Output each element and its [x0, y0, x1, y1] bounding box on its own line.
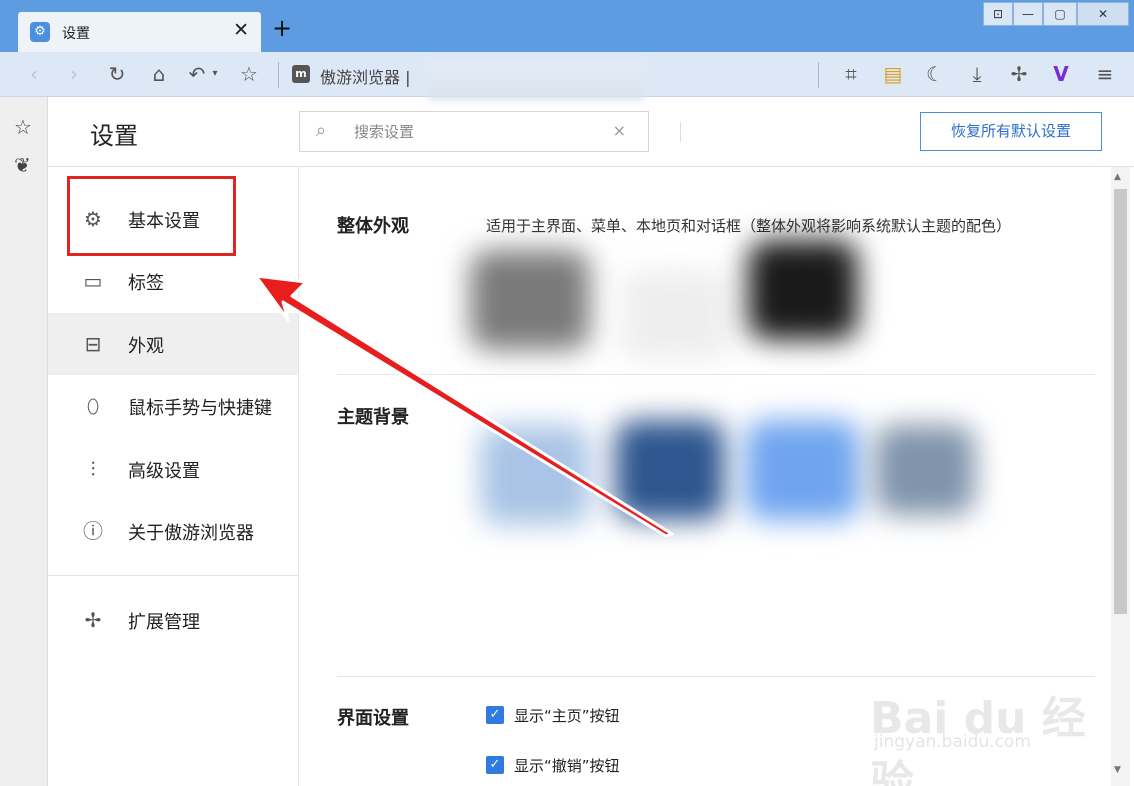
theme-option-3[interactable] — [745, 420, 860, 520]
sidebar-item-label: 标签 — [128, 273, 164, 294]
toolbar-divider — [278, 62, 279, 88]
section-title-ui-settings: 界面设置 — [337, 708, 409, 729]
theme-option-2[interactable] — [615, 420, 725, 520]
arrow-shape — [254, 274, 674, 538]
watermark-url: jingyan.baidu.com — [874, 732, 1031, 752]
browser-window: ⚙ 设置 ✕ + ⊡ — ▢ ✕ ‹ › ↻ ⌂ ↶ ▾ ☆ m 傲游浏览器 |… — [0, 0, 1134, 786]
baidu-watermark: Bai du 经验 jingyan.baidu.com — [870, 662, 1100, 786]
new-tab-button[interactable]: + — [272, 16, 292, 40]
settings-search-box[interactable]: ⌕ × — [299, 111, 649, 152]
section-title-theme-bg: 主题背景 — [337, 407, 409, 428]
night-mode-icon[interactable]: ☾ — [922, 61, 948, 87]
sidebar-item-tabs[interactable]: ▭ 标签 — [48, 250, 298, 312]
close-tab-icon[interactable]: ✕ — [233, 19, 249, 41]
window-icon: ⊟ — [84, 332, 102, 356]
mouse-icon: ⬯ — [86, 394, 100, 418]
undo-icon[interactable]: ↶ — [186, 61, 208, 87]
tab-title: 设置 — [62, 26, 90, 42]
sidebar-item-about[interactable]: ⓘ 关于傲游浏览器 — [48, 500, 298, 562]
notes-icon[interactable]: ▤ — [880, 61, 906, 87]
minimize-button[interactable]: — — [1013, 2, 1043, 26]
sidebar-item-label: 鼠标手势与快捷键 — [128, 398, 272, 419]
vip-icon[interactable]: V — [1048, 61, 1074, 87]
tab-icon: ▭ — [83, 269, 103, 293]
section-divider — [337, 374, 1095, 375]
settings-sidebar: ⚙ 基本设置 ▭ 标签 ⊟ 外观 ⬯ 鼠标手势与快捷键 ⫶ 高级设置 ⓘ 关于傲… — [48, 167, 299, 786]
tab-bar: ⚙ 设置 ✕ + ⊡ — ▢ ✕ — [0, 0, 1134, 52]
appearance-option-default[interactable] — [620, 270, 730, 360]
restore-defaults-button[interactable]: 恢复所有默认设置 — [920, 112, 1102, 151]
download-icon[interactable]: ⤓ — [964, 61, 990, 87]
info-icon: ⓘ — [83, 519, 103, 543]
vertical-scrollbar[interactable]: ▲ ▼ — [1111, 167, 1130, 786]
undo-dropdown-icon[interactable]: ▾ — [208, 61, 222, 87]
sliders-icon: ⫶ — [90, 457, 96, 481]
forward-icon[interactable]: › — [62, 61, 86, 87]
search-icon: ⌕ — [316, 120, 327, 141]
side-rail: ☆ ❦ — [0, 97, 48, 786]
scroll-up-icon[interactable]: ▲ — [1114, 172, 1121, 182]
checkbox-checked-icon[interactable]: ✓ — [486, 706, 504, 724]
sidebar-item-advanced[interactable]: ⫶ 高级设置 — [48, 438, 298, 500]
home-icon[interactable]: ⌂ — [146, 61, 172, 87]
option-label: 显示“主页”按钮 — [514, 707, 620, 725]
address-site-name: 傲游浏览器 — [320, 68, 401, 87]
favorite-star-icon[interactable]: ☆ — [236, 61, 262, 87]
close-window-button[interactable]: ✕ — [1077, 2, 1129, 26]
maximize-button[interactable]: ▢ — [1043, 2, 1077, 26]
section-title-appearance: 整体外观 — [337, 216, 409, 237]
menu-icon[interactable]: ≡ — [1092, 61, 1118, 87]
header-divider — [680, 122, 681, 142]
back-icon[interactable]: ‹ — [22, 61, 46, 87]
extensions-icon[interactable]: ✢ — [1006, 61, 1032, 87]
theme-option-4[interactable] — [875, 425, 975, 515]
annotation-highlight-box — [67, 176, 236, 256]
extension-rail-icon[interactable]: ❦ — [14, 153, 31, 177]
tab-settings[interactable]: ⚙ 设置 ✕ — [18, 12, 261, 52]
scroll-down-icon[interactable]: ▼ — [1114, 765, 1121, 775]
screenshot-crop-icon[interactable]: ⌗ — [838, 61, 864, 87]
checkbox-checked-icon[interactable]: ✓ — [486, 756, 504, 774]
settings-tab-icon: ⚙ — [30, 22, 50, 42]
appearance-option-dark[interactable] — [748, 240, 858, 340]
scrollbar-thumb[interactable] — [1114, 189, 1127, 614]
sidebar-item-mouse-shortcuts[interactable]: ⬯ 鼠标手势与快捷键 — [48, 375, 298, 437]
sidebar-item-label: 高级设置 — [128, 461, 200, 482]
clear-search-icon[interactable]: × — [613, 121, 626, 140]
search-input[interactable] — [354, 121, 604, 143]
favorites-icon[interactable]: ☆ — [14, 115, 32, 139]
appearance-description: 适用于主界面、菜单、本地页和对话框（整体外观将影响系统默认主题的配色） — [486, 217, 1012, 235]
layout-icon[interactable]: ⊡ — [983, 2, 1013, 26]
sidebar-item-label: 外观 — [128, 336, 164, 357]
site-logo-icon: m — [292, 65, 310, 83]
toolbar-divider — [818, 62, 819, 88]
address-blurred-url — [428, 60, 644, 100]
refresh-icon[interactable]: ↻ — [104, 61, 130, 87]
address-bar[interactable]: 傲游浏览器 | — [320, 64, 411, 88]
sidebar-item-extensions[interactable]: ✢ 扩展管理 — [48, 589, 298, 651]
address-separator: | — [405, 68, 411, 87]
sidebar-divider — [48, 575, 298, 576]
theme-option-1[interactable] — [480, 425, 590, 525]
sidebar-item-label: 关于傲游浏览器 — [128, 523, 254, 544]
puzzle-icon: ✢ — [84, 608, 102, 632]
page-title: 设置 — [90, 122, 138, 150]
option-label: 显示“撤销”按钮 — [514, 757, 620, 775]
sidebar-item-label: 扩展管理 — [128, 612, 200, 633]
sidebar-item-appearance[interactable]: ⊟ 外观 — [48, 313, 298, 375]
appearance-option-light[interactable] — [470, 250, 590, 350]
